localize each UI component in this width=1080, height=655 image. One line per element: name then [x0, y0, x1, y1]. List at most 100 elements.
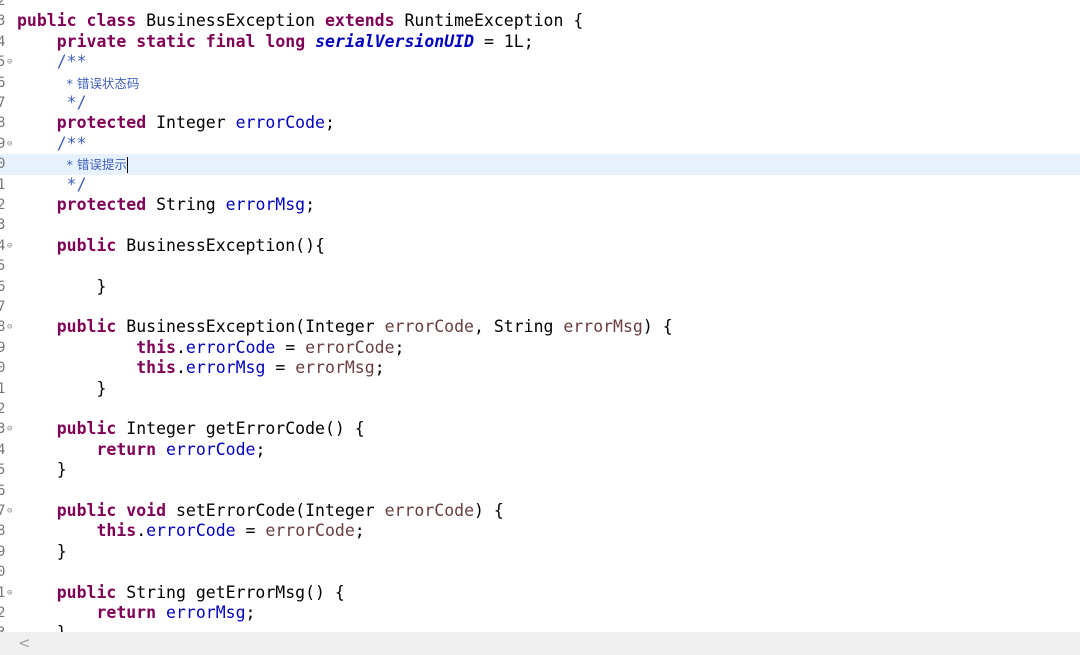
code-text: /**	[17, 134, 87, 154]
code-line[interactable]: 3 }	[0, 623, 1080, 632]
code-token: long	[265, 31, 306, 51]
code-token: BusinessException(Integer	[116, 317, 385, 337]
code-line[interactable]: 7	[0, 297, 1080, 317]
line-number: 4	[0, 441, 6, 458]
code-line[interactable]: 7 ⊖ public void setErrorCode(Integer erro…	[0, 501, 1080, 521]
current-line[interactable]: 0 * 错误提示	[0, 154, 1080, 175]
code-text: }	[17, 277, 106, 297]
code-line[interactable]: 8 this.errorCode = errorCode;	[0, 521, 1080, 541]
code-token: setErrorCode(Integer	[166, 501, 385, 520]
code-token: errorCode	[166, 439, 256, 459]
code-token: ;	[305, 195, 316, 214]
code-line[interactable]: 3	[0, 215, 1080, 235]
code-line[interactable]: 1 ⊖ public String getErrorMsg() {	[0, 583, 1080, 603]
code-text: return errorMsg;	[17, 603, 255, 623]
code-token: static	[136, 31, 196, 51]
line-number: 2	[0, 401, 6, 417]
scroll-left-arrow-icon[interactable]: <	[18, 632, 31, 655]
code-token: ;	[245, 603, 256, 622]
code-token: * 错误提示	[66, 157, 127, 173]
code-token: ;	[324, 113, 335, 133]
code-line[interactable]: 2	[0, 0, 1080, 11]
code-token: errorCode	[265, 521, 355, 541]
code-token: errorCode	[305, 337, 395, 357]
code-text: protected String errorMsg;	[17, 195, 315, 215]
code-line[interactable]: 9 this.errorCode = errorCode;	[0, 338, 1080, 358]
code-line[interactable]: 9 }	[0, 542, 1080, 562]
line-number: 6	[0, 482, 6, 499]
code-token: errorCode	[384, 317, 474, 337]
code-line[interactable]: 5	[0, 256, 1080, 276]
code-token: =	[235, 521, 266, 541]
line-number: 2	[0, 0, 6, 9]
code-token: this	[136, 358, 176, 378]
code-line[interactable]: 5 }	[0, 460, 1080, 480]
code-token: =	[275, 337, 306, 357]
line-number: 3	[0, 13, 6, 30]
code-text: * 错误提示	[17, 154, 128, 175]
code-line[interactable]: 7 */	[0, 93, 1080, 113]
code-line[interactable]: 1 */	[0, 175, 1080, 195]
line-number: 8	[0, 115, 6, 132]
line-number: 3	[0, 623, 9, 632]
code-token: protected	[56, 113, 147, 133]
code-token: public	[56, 317, 117, 337]
collapse-marker-icon[interactable]: ⊖	[7, 583, 12, 603]
code-line[interactable]: 0 this.errorMsg = errorMsg;	[0, 358, 1080, 378]
code-token: errorMsg	[185, 358, 266, 378]
code-line[interactable]: 6 }	[0, 277, 1080, 297]
code-line[interactable]: 4 ⊖ public BusinessException(){	[0, 236, 1080, 256]
collapse-marker-icon[interactable]: ⊖	[7, 134, 12, 154]
code-token: */	[66, 93, 87, 112]
code-token: * 错误状态码	[66, 75, 140, 91]
code-line[interactable]: 9 ⊖ /**	[0, 134, 1080, 154]
line-number: 5	[0, 258, 6, 275]
code-token: Integer getErrorCode() {	[116, 419, 365, 439]
code-line[interactable]: 2 return errorMsg;	[0, 603, 1080, 623]
code-line[interactable]: 8 protected Integer errorCode;	[0, 113, 1080, 133]
code-line[interactable]: 5 ⊖ /**	[0, 52, 1080, 72]
code-line[interactable]: 3 public class BusinessException extends …	[0, 11, 1080, 31]
code-line[interactable]: 0	[0, 562, 1080, 582]
horizontal-scrollbar[interactable]: <	[0, 632, 1080, 655]
collapse-marker-icon[interactable]: ⊖	[7, 501, 12, 521]
code-line[interactable]: 3 ⊖ public Integer getErrorCode() {	[0, 419, 1080, 439]
code-line[interactable]: 4 return errorCode;	[0, 440, 1080, 460]
code-text: */	[17, 93, 87, 113]
code-text: public class BusinessException extends R…	[17, 11, 583, 31]
collapse-marker-icon[interactable]: ⊖	[7, 52, 12, 72]
code-line[interactable]: 2 protected String errorMsg;	[0, 195, 1080, 215]
line-number: 4	[0, 33, 6, 50]
collapse-marker-icon[interactable]: ⊖	[7, 419, 12, 439]
code-token: errorCode	[146, 521, 236, 541]
collapse-marker-icon[interactable]: ⊖	[7, 236, 12, 256]
line-number: 0	[0, 564, 6, 581]
code-line[interactable]: 2	[0, 399, 1080, 419]
code-token: }	[17, 276, 107, 296]
collapse-marker-icon[interactable]: ⊖	[7, 317, 12, 337]
code-token: =	[265, 358, 296, 378]
code-line[interactable]: 6 * 错误状态码	[0, 73, 1080, 93]
code-token: errorCode	[235, 113, 325, 133]
code-token: String	[146, 195, 226, 214]
code-line[interactable]: 1 }	[0, 379, 1080, 399]
code-text: return errorCode;	[17, 440, 265, 460]
code-line[interactable]: 8 ⊖ public BusinessException(Integer erro…	[0, 317, 1080, 337]
code-token: protected	[56, 195, 147, 214]
line-number: 2	[0, 197, 6, 213]
code-line[interactable]: 6	[0, 481, 1080, 501]
code-token: public	[56, 501, 117, 520]
line-number: 9	[0, 339, 6, 356]
code-token: final	[205, 31, 256, 51]
code-line[interactable]: 4 private static final long serialVersio…	[0, 32, 1080, 52]
code-editor[interactable]: 2 3 public class BusinessException extends…	[0, 0, 1080, 632]
